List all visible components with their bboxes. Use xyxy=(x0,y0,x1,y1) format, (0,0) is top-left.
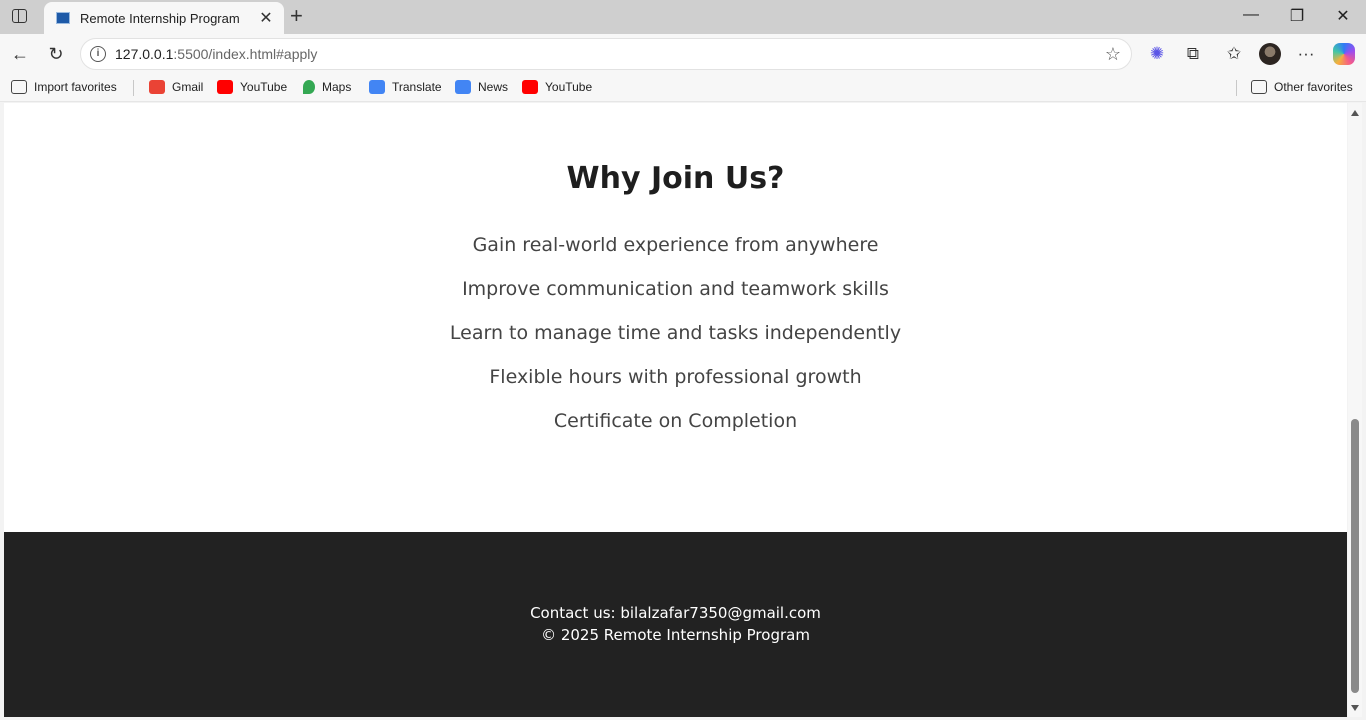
import-favorites-label: Import favorites xyxy=(34,80,117,94)
youtube-icon xyxy=(522,80,538,94)
bookmarks-divider xyxy=(1236,80,1237,96)
bookmark-label: Gmail xyxy=(172,80,204,94)
benefit-item: Gain real-world experience from anywhere xyxy=(472,234,879,256)
bookmark-label: News xyxy=(478,80,509,94)
bookmark-label: Maps xyxy=(322,80,352,94)
folder-icon xyxy=(1251,80,1267,94)
translate-icon xyxy=(369,80,385,94)
bookmarks-bar: Import favorites Gmail YouTube Maps Tran… xyxy=(0,74,1366,102)
url-host: 127.0.0.1 xyxy=(115,46,174,62)
site-favicon-icon xyxy=(56,12,70,24)
reload-button[interactable]: ↻ xyxy=(44,42,68,66)
bookmark-maps[interactable]: Maps xyxy=(303,80,351,94)
news-icon xyxy=(455,80,471,94)
benefit-item: Improve communication and teamwork skill… xyxy=(462,278,889,300)
url-text: 127.0.0.1:5500/index.html#apply xyxy=(115,46,317,62)
back-button[interactable]: ← xyxy=(8,42,32,66)
benefit-item: Learn to manage time and tasks independe… xyxy=(449,322,902,344)
import-favorites[interactable]: Import favorites xyxy=(11,80,117,94)
scroll-up-icon[interactable] xyxy=(1351,110,1359,116)
scrollbar-thumb[interactable] xyxy=(1351,419,1359,693)
why-join-section: Why Join Us? Gain real-world experience … xyxy=(4,103,1347,532)
bookmark-news[interactable]: News xyxy=(455,80,508,94)
tab-close-icon[interactable]: ✕ xyxy=(258,8,274,28)
bookmark-translate[interactable]: Translate xyxy=(369,80,442,94)
page-footer: Contact us: bilalzafar7350@gmail.com © 2… xyxy=(4,532,1347,717)
bookmark-label: YouTube xyxy=(240,80,288,94)
close-window-button[interactable]: ✕ xyxy=(1328,6,1358,26)
new-tab-button[interactable]: + xyxy=(290,5,303,27)
benefit-item: Flexible hours with professional growth xyxy=(489,366,862,388)
footer-contact: Contact us: bilalzafar7350@gmail.com xyxy=(530,604,821,622)
maps-icon xyxy=(303,80,315,94)
restore-button[interactable]: ❐ xyxy=(1282,6,1312,26)
bookmark-label: Translate xyxy=(392,80,442,94)
tab-strip: Remote Internship Program ✕ + — ❐ ✕ xyxy=(0,0,1366,34)
bookmarks-divider xyxy=(133,80,134,96)
benefits-list: Gain real-world experience from anywhere… xyxy=(4,234,1347,454)
copilot-sparkle-icon[interactable]: ✺ xyxy=(1146,43,1168,65)
more-menu-icon[interactable]: ··· xyxy=(1295,43,1317,65)
browser-toolbar: ← ↻ i 127.0.0.1:5500/index.html#apply ☆ … xyxy=(0,34,1366,74)
extensions-icon[interactable]: ⧉ xyxy=(1182,43,1204,65)
sidebar-toggle-icon[interactable] xyxy=(12,9,27,23)
tab-title: Remote Internship Program xyxy=(80,10,240,26)
gmail-icon xyxy=(149,80,165,94)
bookmark-gmail[interactable]: Gmail xyxy=(149,80,203,94)
bookmark-label: YouTube xyxy=(545,80,593,94)
url-path: :5500/index.html#apply xyxy=(173,46,318,62)
bookmark-youtube-2[interactable]: YouTube xyxy=(522,80,592,94)
youtube-icon xyxy=(217,80,233,94)
copilot-icon[interactable] xyxy=(1333,43,1355,65)
page-scrollbar[interactable] xyxy=(1348,103,1362,717)
scroll-down-icon[interactable] xyxy=(1351,705,1359,711)
page-viewport: Why Join Us? Gain real-world experience … xyxy=(4,103,1347,717)
benefit-item: Certificate on Completion xyxy=(553,410,798,432)
other-favorites[interactable]: Other favorites xyxy=(1251,80,1353,94)
other-favorites-label: Other favorites xyxy=(1274,80,1353,94)
why-join-heading: Why Join Us? xyxy=(566,161,785,196)
minimize-button[interactable]: — xyxy=(1236,6,1266,24)
site-info-icon[interactable]: i xyxy=(90,46,106,62)
address-bar[interactable]: i 127.0.0.1:5500/index.html#apply ☆ xyxy=(80,38,1132,70)
favorites-icon[interactable]: ✩ xyxy=(1223,43,1245,65)
active-tab[interactable]: Remote Internship Program ✕ xyxy=(44,2,284,34)
profile-avatar[interactable] xyxy=(1259,43,1281,65)
footer-copyright: © 2025 Remote Internship Program xyxy=(541,626,810,644)
favorite-star-icon[interactable]: ☆ xyxy=(1105,44,1121,65)
import-icon xyxy=(11,80,27,94)
bookmark-youtube[interactable]: YouTube xyxy=(217,80,287,94)
